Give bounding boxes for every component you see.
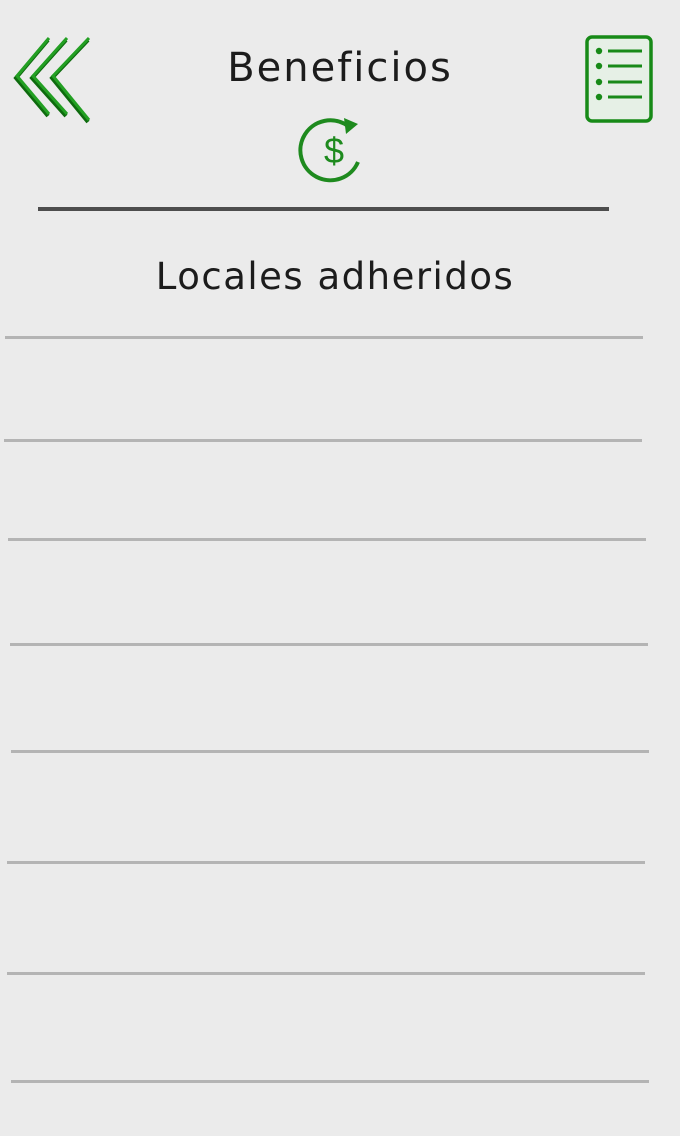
- list-item[interactable]: [12, 756, 648, 856]
- list-separator: [8, 538, 646, 541]
- list-item[interactable]: [12, 867, 648, 967]
- list-separator: [11, 750, 649, 753]
- beneficios-screen: Beneficios $ Locales adheridos: [0, 0, 680, 1136]
- list-item[interactable]: [12, 342, 648, 436]
- list-item[interactable]: [12, 978, 648, 1076]
- list-separator: [7, 972, 645, 975]
- list-separator: [4, 439, 642, 442]
- list-separator: [11, 1080, 649, 1083]
- list-separator: [5, 336, 643, 339]
- list-separator: [10, 643, 648, 646]
- list-item[interactable]: [12, 649, 648, 746]
- locales-list: [0, 0, 680, 1136]
- list-separator: [7, 861, 645, 864]
- list-item[interactable]: [12, 445, 648, 535]
- list-item[interactable]: [12, 544, 648, 640]
